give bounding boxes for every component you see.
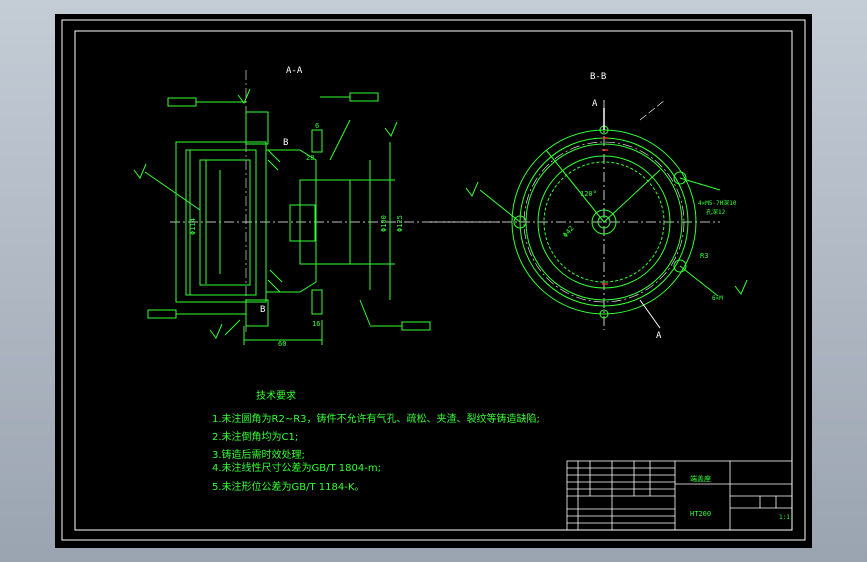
notes-heading: 技术要求 xyxy=(256,389,296,402)
title-material: HT200 xyxy=(690,510,711,518)
section-mark-a-top: A xyxy=(592,99,598,109)
section-mark-a-bottom: A xyxy=(656,331,662,341)
note-2: 2.未注倒角均为C1; xyxy=(212,430,298,443)
dim-6: 6 xyxy=(315,122,319,130)
dim-60: 60 xyxy=(278,340,286,348)
title-part-name: 端盖座 xyxy=(690,474,711,483)
section-aa-label: A-A xyxy=(286,66,303,76)
holes-note-2: 孔深12 xyxy=(706,208,726,216)
note-1: 1.未注圆角为R2~R3，铸件不允许有气孔、疏松、夹渣、裂纹等铸造缺陷; xyxy=(212,412,540,425)
note-5: 5.未注形位公差为GB/T 1184-K。 xyxy=(212,480,364,493)
dim-r3: R3 xyxy=(700,252,708,260)
section-bb-label: B-B xyxy=(590,72,606,82)
dim-phi100: Φ100 xyxy=(380,215,388,232)
angle-120: 120° xyxy=(580,190,597,198)
note-4: 4.未注线性尺寸公差为GB/T 1804-m; xyxy=(212,461,381,474)
dim-6xm: 6×M xyxy=(712,295,723,302)
dim-phi125: Φ125 xyxy=(396,215,404,232)
holes-note: 4×M5-7H深10 xyxy=(698,199,737,207)
note-3: 3.铸造后需时效处理; xyxy=(212,448,305,461)
dim-28: 28 xyxy=(306,154,314,162)
title-scale: 1:1 xyxy=(779,514,790,521)
section-mark-b-bottom: B xyxy=(260,305,265,315)
cad-drawing-sheet: A-A B 60 6 28 16 Φ114 Φ100 Φ125 B-B A A … xyxy=(55,14,812,548)
section-mark-b: B xyxy=(283,138,288,148)
dim-16: 16 xyxy=(312,320,320,328)
dim-phi114: Φ114 xyxy=(189,218,197,235)
